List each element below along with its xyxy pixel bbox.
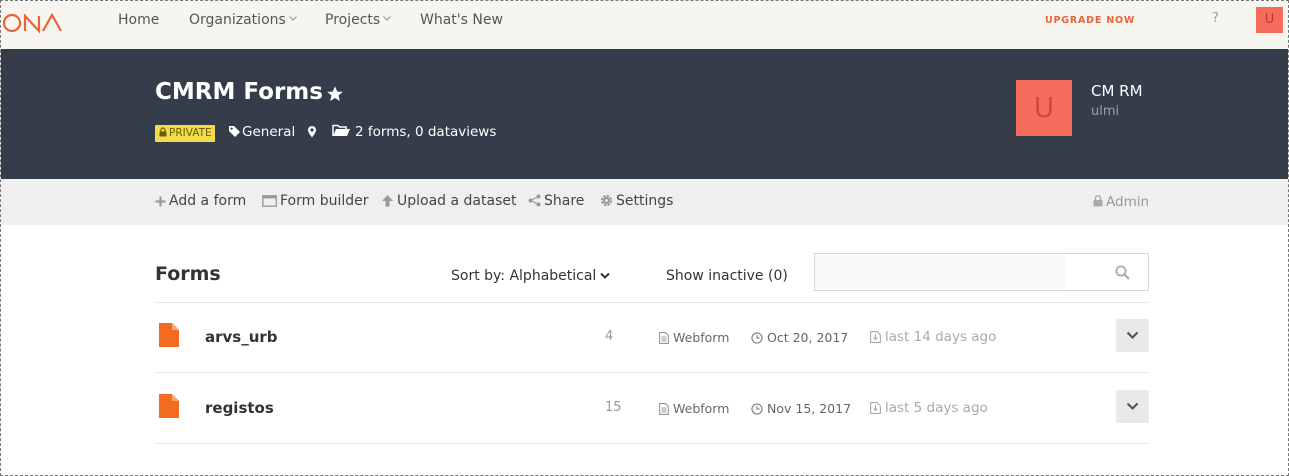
sort-label: Sort by: Alphabetical: [451, 268, 597, 284]
document-icon: [659, 403, 669, 415]
row-divider: [155, 443, 1149, 444]
form-builder-label: Form builder: [280, 193, 369, 209]
clock-icon: [751, 332, 763, 344]
form-type: Webform: [659, 330, 729, 345]
ona-logo[interactable]: [3, 11, 63, 35]
submission-count: 15: [605, 400, 622, 415]
chevron-down-icon: [600, 272, 611, 279]
form-row-expand-button[interactable]: [1116, 390, 1149, 423]
add-form-button[interactable]: Add a form: [155, 193, 246, 209]
document-icon: [659, 332, 669, 344]
nav-projects[interactable]: Projects: [325, 12, 392, 28]
show-inactive-toggle[interactable]: Show inactive (0): [666, 268, 788, 284]
last-submission: last 14 days ago: [870, 329, 996, 345]
nav-organizations-label: Organizations: [189, 12, 286, 28]
project-summary: 2 forms, 0 dataviews: [332, 124, 496, 140]
form-type-label: Webform: [673, 401, 730, 416]
help-icon[interactable]: ?: [1212, 11, 1219, 26]
arrow-up-icon: [382, 195, 393, 207]
nav-organizations[interactable]: Organizations: [189, 12, 297, 28]
chevron-down-icon: [383, 16, 392, 21]
share-button[interactable]: Share: [528, 193, 584, 209]
chevron-down-icon: [288, 16, 297, 21]
project-action-bar: Add a form Form builder Upload a dataset…: [1, 179, 1288, 225]
location-icon: [307, 124, 317, 140]
project-title: CMRM Forms: [155, 79, 323, 105]
nav-home[interactable]: Home: [118, 12, 159, 28]
admin-link[interactable]: Admin: [1093, 194, 1149, 210]
project-tag[interactable]: General: [228, 124, 295, 140]
forms-heading: Forms: [155, 263, 221, 285]
tag-icon: [229, 126, 240, 137]
last-submission-label: last 14 days ago: [885, 329, 997, 345]
chevron-down-icon: [1126, 402, 1139, 411]
top-navbar: Home Organizations Projects What's New U…: [1, 1, 1288, 49]
chevron-down-icon: [1126, 331, 1139, 340]
plus-icon: [155, 196, 166, 207]
share-label: Share: [544, 193, 585, 209]
window-icon: [262, 195, 277, 207]
upload-dataset-label: Upload a dataset: [397, 193, 517, 209]
private-badge-label: PRIVATE: [169, 127, 212, 139]
share-icon: [528, 194, 541, 207]
clock-icon: [751, 403, 763, 415]
user-menu-avatar[interactable]: U: [1256, 7, 1283, 33]
folder-open-icon: [332, 124, 350, 136]
owner-avatar[interactable]: U: [1016, 80, 1072, 136]
download-file-icon: [870, 402, 881, 414]
form-name-link[interactable]: registos: [205, 399, 274, 417]
private-badge: PRIVATE: [155, 125, 215, 142]
last-submission: last 5 days ago: [870, 400, 988, 416]
lock-icon: [1093, 195, 1103, 207]
download-file-icon: [870, 331, 881, 343]
form-type-label: Webform: [673, 330, 730, 345]
form-row-expand-button[interactable]: [1116, 319, 1149, 352]
upgrade-now-link[interactable]: UPGRADE NOW: [1045, 15, 1135, 26]
project-summary-label: 2 forms, 0 dataviews: [355, 124, 497, 140]
settings-label: Settings: [616, 193, 674, 209]
form-date-label: Oct 20, 2017: [767, 330, 849, 345]
form-date-label: Nov 15, 2017: [767, 401, 852, 416]
lock-icon: [159, 127, 167, 137]
form-date: Oct 20, 2017: [751, 330, 848, 345]
form-builder-button[interactable]: Form builder: [262, 193, 369, 209]
row-divider: [155, 372, 1149, 373]
nav-projects-label: Projects: [325, 12, 381, 28]
upload-dataset-button[interactable]: Upload a dataset: [381, 193, 516, 209]
settings-button[interactable]: Settings: [600, 193, 673, 209]
forms-search: [814, 253, 1149, 291]
project-header: CMRM Forms PRIVATE General 2 forms, 0 da…: [1, 49, 1288, 179]
form-name-link[interactable]: arvs_urb: [205, 328, 278, 346]
project-tag-label: General: [242, 124, 296, 140]
file-icon: [159, 394, 179, 418]
form-row: registos 15 Webform Nov 15, 2017 last 5 …: [155, 374, 1149, 444]
sort-dropdown[interactable]: Sort by: Alphabetical: [451, 268, 611, 284]
star-icon[interactable]: [326, 85, 344, 103]
gear-icon: [600, 194, 613, 207]
search-input[interactable]: [815, 254, 1065, 290]
last-submission-label: last 5 days ago: [885, 400, 988, 416]
form-date: Nov 15, 2017: [751, 401, 851, 416]
form-type: Webform: [659, 401, 729, 416]
owner-username: ulmi: [1091, 104, 1120, 119]
form-row: arvs_urb 4 Webform Oct 20, 2017 last 14 …: [155, 303, 1149, 373]
add-form-label: Add a form: [169, 193, 247, 209]
owner-name[interactable]: CM RM: [1091, 82, 1143, 100]
admin-label: Admin: [1106, 194, 1150, 210]
file-icon: [159, 323, 179, 347]
search-icon[interactable]: [1115, 265, 1130, 280]
nav-whats-new[interactable]: What's New: [420, 12, 503, 28]
submission-count: 4: [605, 329, 614, 344]
